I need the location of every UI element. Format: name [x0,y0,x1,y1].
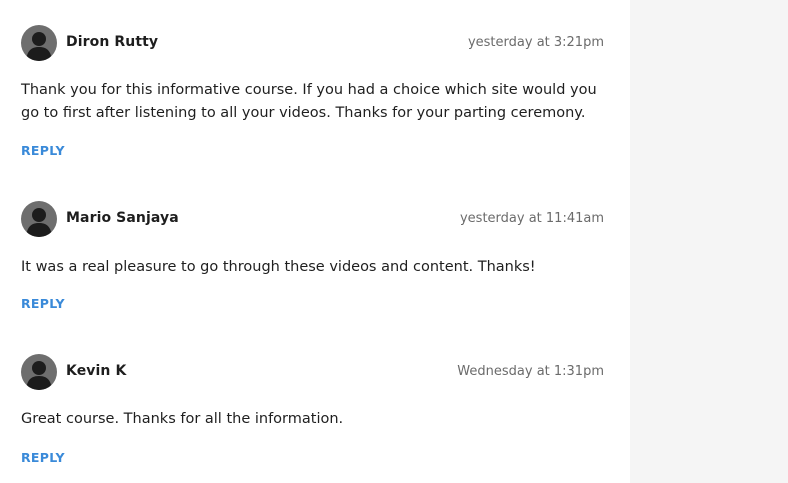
comment-text: Thank you for this informative course. I… [21,82,597,121]
reply-link[interactable]: REPLY [21,450,65,465]
comment-author[interactable]: Mario Sanjaya [66,210,179,226]
comment-header: Kevin K Wednesday at 1:31pm [21,354,604,390]
comment-header: Diron Rutty yesterday at 3:21pm [21,25,604,61]
user-silhouette-icon [26,208,52,237]
comment-author[interactable]: Diron Rutty [66,34,158,50]
comment-text: Great course. Thanks for all the informa… [21,411,344,427]
comment-timestamp[interactable]: yesterday at 3:21pm [468,35,604,50]
comment: Diron Rutty yesterday at 3:21pm Thank yo… [21,25,604,165]
user-silhouette-icon [26,32,52,61]
comment-timestamp[interactable]: yesterday at 11:41am [460,211,604,226]
avatar [21,354,57,390]
reply-link[interactable]: REPLY [21,143,65,158]
comment: Mario Sanjaya yesterday at 11:41am It wa… [21,201,604,321]
side-panel [630,0,788,483]
avatar [21,25,57,61]
comment-timestamp[interactable]: Wednesday at 1:31pm [457,364,604,379]
comment-author[interactable]: Kevin K [66,363,126,379]
comment: Kevin K Wednesday at 1:31pm Great course… [21,354,604,474]
comments-section: Diron Rutty yesterday at 3:21pm Thank yo… [0,0,630,483]
user-silhouette-icon [26,361,52,390]
reply-link[interactable]: REPLY [21,296,65,311]
avatar [21,201,57,237]
comment-header: Mario Sanjaya yesterday at 11:41am [21,201,604,237]
comment-text: It was a real pleasure to go through the… [21,259,536,275]
